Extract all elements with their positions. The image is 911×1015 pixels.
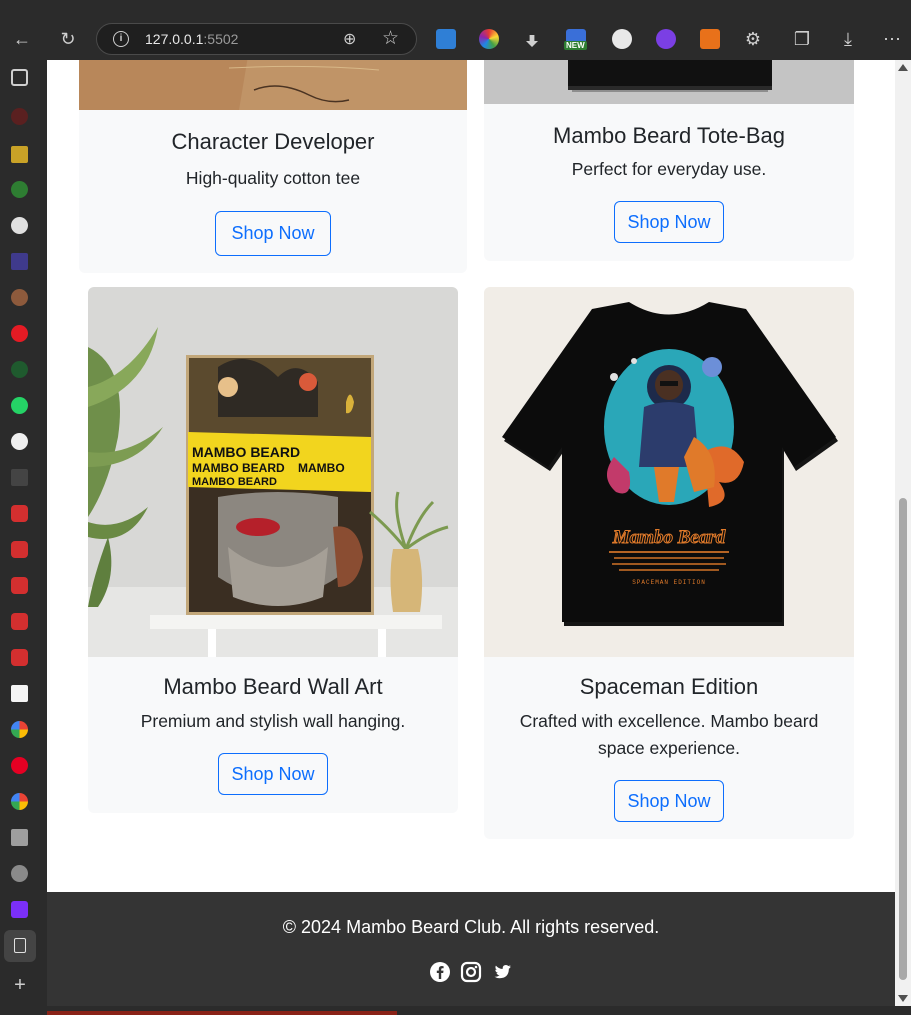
document-icon[interactable] [11, 829, 28, 846]
r-app-icon[interactable] [11, 469, 28, 486]
product-photo [79, 60, 467, 110]
downloads-icon[interactable]: ⤓ [836, 27, 860, 51]
product-image [79, 60, 467, 110]
browser-sidebar: + [0, 60, 47, 1015]
product-image [484, 60, 854, 104]
product-description: Premium and stylish wall hanging. [140, 711, 406, 731]
tab-actions-icon[interactable] [11, 69, 28, 86]
product-image: Mambo Beard SPACEMAN EDITION [484, 287, 854, 657]
product-card-wall-art: MAMBO BEARD MAMBO BEARD MAMBO MAMBO BEAR… [88, 287, 458, 813]
scroll-down-arrow-icon[interactable] [898, 995, 908, 1002]
ui-app-icon[interactable] [11, 253, 28, 270]
spaceman-tshirt-photo: Mambo Beard SPACEMAN EDITION [484, 287, 854, 657]
product-description: Perfect for everyday use. [571, 159, 767, 179]
collections-icon[interactable]: ❐ [790, 27, 814, 51]
footer-copyright: © 2024 Mambo Beard Club. All rights rese… [282, 917, 660, 937]
shop-now-button[interactable]: Shop Now [218, 753, 328, 795]
gray-app-icon[interactable] [11, 865, 28, 882]
favorite-star-icon[interactable]: ☆ [382, 27, 399, 50]
product-description: High-quality cotton tee [185, 168, 361, 188]
product-title: Character Developer [171, 129, 375, 154]
more-icon[interactable]: ⋯ [880, 27, 904, 51]
zoom-icon[interactable]: ⊕ [343, 29, 356, 49]
shop-now-button[interactable]: Shop Now [614, 201, 724, 243]
download-ext-icon[interactable] [436, 29, 456, 49]
store-page: Character Developer High-quality cotton … [47, 60, 895, 1006]
taskbar-accent [47, 1011, 397, 1015]
youtube-icon[interactable] [11, 613, 28, 630]
face-ext-icon[interactable] [612, 29, 632, 49]
orange-ext-icon[interactable] [700, 29, 720, 49]
url-port: :5502 [203, 31, 239, 47]
product-card-spaceman-edition: Mambo Beard SPACEMAN EDITION Spaceman Ed… [484, 287, 854, 839]
openai-icon[interactable] [11, 217, 28, 234]
google-icon[interactable] [11, 793, 28, 810]
pinterest-icon[interactable] [11, 757, 28, 774]
bootstrap-icon[interactable] [11, 901, 28, 918]
arrow-down-ext-icon[interactable] [526, 35, 538, 47]
poster-text-line: MAMBO BEARD [192, 444, 300, 460]
green-app-icon[interactable] [11, 181, 28, 198]
twitter-icon[interactable] [491, 961, 513, 983]
url-text: 127.0.0.1:5502 [145, 31, 238, 47]
address-bar[interactable]: i 127.0.0.1:5502 ⊕ ☆ [96, 23, 417, 55]
page-icon[interactable] [4, 930, 36, 962]
new-badge-ext-icon[interactable]: NEW [564, 29, 587, 50]
opera-icon[interactable] [11, 325, 28, 342]
product-description: Crafted with excellence. Mambo beard spa… [519, 711, 819, 758]
scroll-up-arrow-icon[interactable] [898, 64, 908, 71]
r-app-icon[interactable] [11, 685, 28, 702]
wall-art-photo: MAMBO BEARD MAMBO BEARD MAMBO MAMBO BEAR… [88, 287, 458, 657]
puzzle-icon[interactable]: ⚙ [741, 27, 765, 51]
red-app-icon[interactable] [11, 108, 28, 125]
brown-app-icon[interactable] [11, 289, 28, 306]
github-icon[interactable] [11, 433, 28, 450]
product-card-tote-bag: Mambo Beard Tote-Bag Perfect for everyda… [484, 60, 854, 261]
product-card-character-developer: Character Developer High-quality cotton … [79, 60, 467, 273]
scrollbar-thumb[interactable] [899, 498, 907, 980]
site-footer: © 2024 Mambo Beard Club. All rights rese… [47, 892, 895, 1006]
shop-now-button[interactable]: Shop Now [215, 211, 331, 256]
mongo-icon[interactable] [11, 361, 28, 378]
google-icon[interactable] [11, 721, 28, 738]
page-scrollbar[interactable] [895, 60, 911, 1006]
js-app-icon[interactable] [11, 146, 28, 163]
browser-bottom-edge [0, 1006, 911, 1015]
browser-toolbar: ← ↻ i 127.0.0.1:5502 ⊕ ☆ NEW ⚙ ❐ ⤓ ⋯ [0, 10, 911, 60]
new-badge: NEW [564, 41, 587, 50]
facebook-icon[interactable] [429, 961, 451, 983]
tshirt-logo-text: Mambo Beard [612, 527, 726, 548]
whatsapp-icon[interactable] [11, 397, 28, 414]
youtube-icon[interactable] [11, 541, 28, 558]
purple-ext-icon[interactable] [656, 29, 676, 49]
back-button[interactable]: ← [10, 27, 34, 51]
reload-button[interactable]: ↻ [56, 27, 80, 51]
site-info-icon[interactable]: i [113, 31, 129, 47]
youtube-icon[interactable] [11, 505, 28, 522]
url-host: 127.0.0.1 [145, 31, 204, 47]
product-title: Spaceman Edition [579, 674, 759, 699]
product-photo [484, 60, 854, 104]
youtube-icon[interactable] [11, 649, 28, 666]
tshirt-caption-text: SPACEMAN EDITION [632, 579, 706, 586]
instagram-icon[interactable] [460, 961, 482, 983]
color-picker-ext-icon[interactable] [479, 29, 499, 49]
add-icon[interactable]: + [8, 973, 32, 997]
product-image: MAMBO BEARD MAMBO BEARD MAMBO MAMBO BEAR… [88, 287, 458, 657]
poster-text-line: MAMBO [298, 461, 345, 475]
youtube-icon[interactable] [11, 577, 28, 594]
poster-text-line: MAMBO BEARD [192, 461, 285, 475]
product-title: Mambo Beard Tote-Bag [553, 123, 785, 148]
product-title: Mambo Beard Wall Art [163, 674, 383, 699]
shop-now-button[interactable]: Shop Now [614, 780, 724, 822]
browser-title-bar [0, 0, 911, 10]
poster-text-line: MAMBO BEARD [192, 476, 277, 488]
